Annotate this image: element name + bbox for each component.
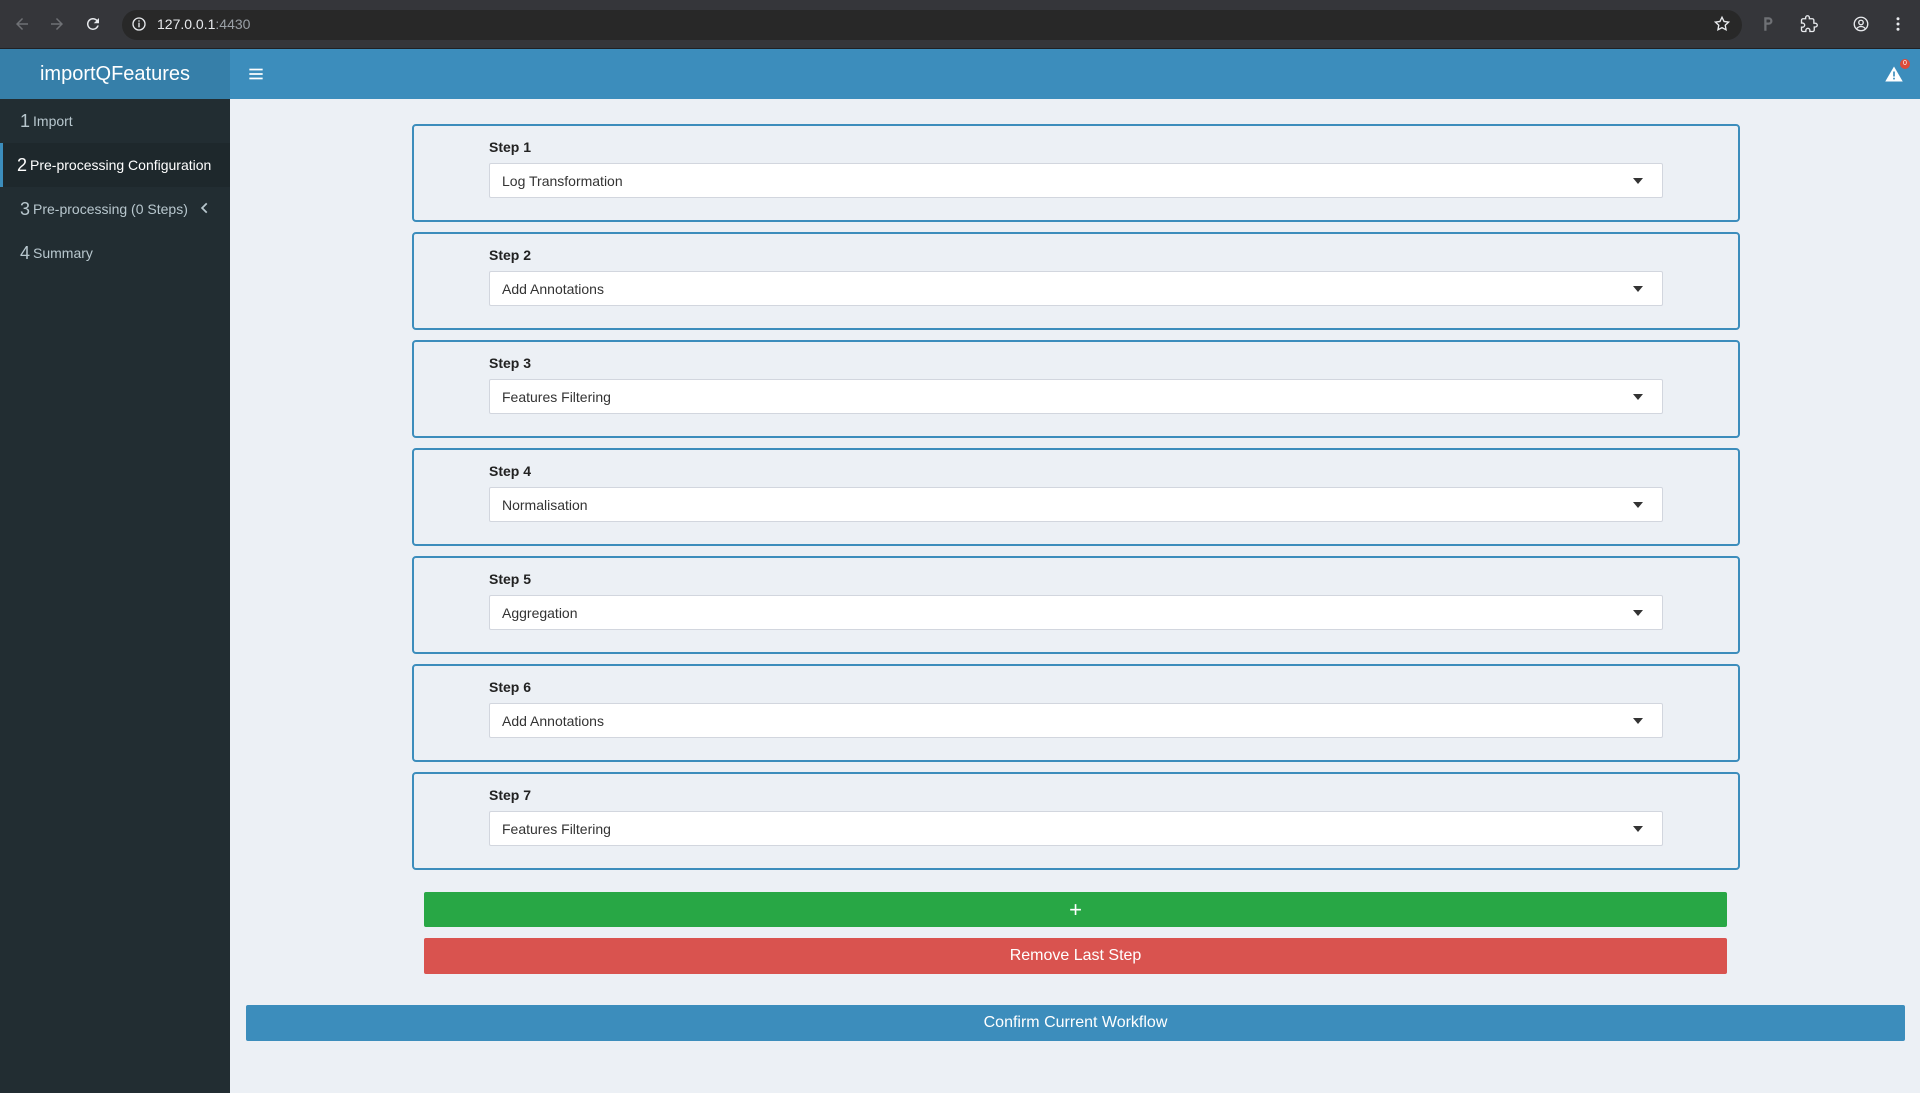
- step-box: Step 2 Add Annotations: [412, 232, 1740, 330]
- remove-last-step-button[interactable]: Remove Last Step: [424, 938, 1727, 974]
- step-box: Step 5 Aggregation: [412, 556, 1740, 654]
- sidebar-item-summary[interactable]: 4 Summary: [0, 231, 230, 275]
- caret-down-icon: [1632, 176, 1644, 186]
- browser-toolbar: 127.0.0.1:4430: [0, 0, 1920, 49]
- step-label: Step 2: [489, 247, 531, 263]
- step-select[interactable]: Features Filtering: [489, 811, 1663, 846]
- top-navbar: 0: [230, 49, 1920, 99]
- sidebar-item-import[interactable]: 1 Import: [0, 99, 230, 143]
- chevron-left-icon: [198, 201, 212, 215]
- add-step-button[interactable]: +: [424, 892, 1727, 927]
- reload-icon[interactable]: [80, 11, 106, 37]
- sidebar: 1 Import 2 Pre-processing Configuration …: [0, 99, 230, 1093]
- step-label: Step 5: [489, 571, 531, 587]
- step-select-value: Features Filtering: [502, 389, 611, 405]
- profile-icon[interactable]: [1849, 12, 1873, 36]
- notification-count-badge: 0: [1900, 59, 1910, 69]
- app-logo-title[interactable]: importQFeatures: [0, 49, 230, 99]
- back-icon[interactable]: [9, 11, 35, 37]
- sidebar-toggle-icon[interactable]: [244, 62, 268, 86]
- step-label: Step 1: [489, 139, 531, 155]
- step-box: Step 3 Features Filtering: [412, 340, 1740, 438]
- step-select-value: Add Annotations: [502, 713, 604, 729]
- step-select-value: Add Annotations: [502, 281, 604, 297]
- sidebar-item-label: Summary: [33, 245, 93, 261]
- step-select-value: Log Transformation: [502, 173, 623, 189]
- sidebar-item-preprocessing-configuration[interactable]: 2 Pre-processing Configuration: [0, 143, 230, 187]
- sidebar-item-label: Pre-processing (0 Steps): [33, 201, 188, 217]
- step-select[interactable]: Aggregation: [489, 595, 1663, 630]
- step-select-value: Aggregation: [502, 605, 578, 621]
- step-label: Step 4: [489, 463, 531, 479]
- site-info-icon[interactable]: [131, 16, 147, 32]
- step-box: Step 7 Features Filtering: [412, 772, 1740, 870]
- step-box: Step 4 Normalisation: [412, 448, 1740, 546]
- sidebar-item-label: Pre-processing Configuration: [30, 157, 211, 173]
- sidebar-item-label: Import: [33, 113, 73, 129]
- step-select[interactable]: Normalisation: [489, 487, 1663, 522]
- step-box: Step 6 Add Annotations: [412, 664, 1740, 762]
- step-select-value: Normalisation: [502, 497, 588, 513]
- step-label: Step 3: [489, 355, 531, 371]
- caret-down-icon: [1632, 284, 1644, 294]
- step-label: Step 6: [489, 679, 531, 695]
- step-label: Step 7: [489, 787, 531, 803]
- caret-down-icon: [1632, 500, 1644, 510]
- step-select[interactable]: Log Transformation: [489, 163, 1663, 198]
- address-bar[interactable]: [122, 10, 1742, 40]
- caret-down-icon: [1632, 392, 1644, 402]
- step-select[interactable]: Features Filtering: [489, 379, 1663, 414]
- confirm-workflow-button[interactable]: Confirm Current Workflow: [246, 1005, 1905, 1041]
- main-content: Step 1 Log Transformation Step 2 Add Ann…: [230, 99, 1920, 1093]
- extensions-puzzle-icon[interactable]: [1797, 12, 1821, 36]
- step-select[interactable]: Add Annotations: [489, 271, 1663, 306]
- notifications-warning-icon[interactable]: 0: [1882, 62, 1906, 86]
- caret-down-icon: [1632, 716, 1644, 726]
- forward-icon[interactable]: [44, 11, 70, 37]
- bookmark-star-icon[interactable]: [1710, 12, 1734, 36]
- caret-down-icon: [1632, 608, 1644, 618]
- caret-down-icon: [1632, 824, 1644, 834]
- step-select[interactable]: Add Annotations: [489, 703, 1663, 738]
- url-text: 127.0.0.1:4430: [157, 16, 250, 32]
- browser-menu-icon[interactable]: [1886, 12, 1910, 36]
- step-select-value: Features Filtering: [502, 821, 611, 837]
- extension-p-icon[interactable]: [1756, 12, 1780, 36]
- sidebar-item-preprocessing[interactable]: 3 Pre-processing (0 Steps): [0, 187, 230, 231]
- step-box: Step 1 Log Transformation: [412, 124, 1740, 222]
